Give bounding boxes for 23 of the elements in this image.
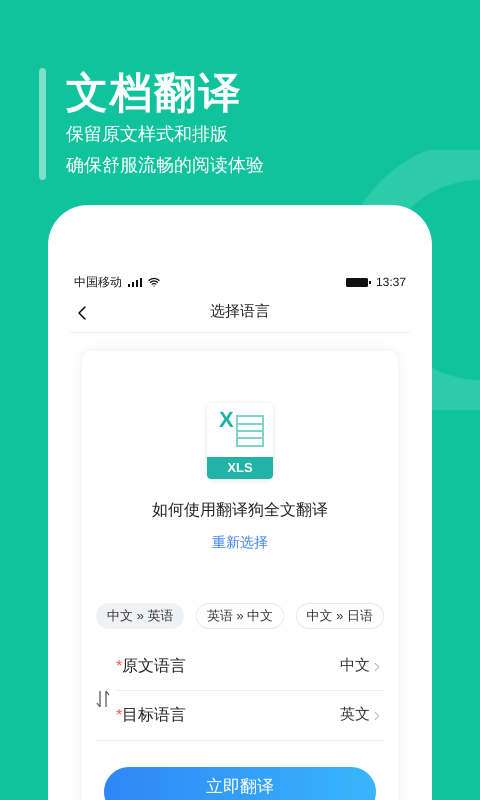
preset-chip[interactable]: 中文 » 英语 [96,603,184,629]
language-row[interactable]: *原文语言 中文 [116,643,384,691]
signal-icon [128,278,142,286]
language-label: 目标语言 [122,706,186,726]
promo-subtitle: 保留原文样式和排版 [66,123,229,146]
language-row[interactable]: *目标语言 英文 [96,691,384,741]
promo-subtitle: 确保舒服流畅的阅读体验 [66,154,264,177]
required-mark: * [116,656,122,676]
preset-chip[interactable]: 英语 » 中文 [196,603,284,629]
language-label: 原文语言 [122,656,186,676]
wifi-icon [148,276,160,288]
language-value: 英文 [340,705,370,726]
swap-icon[interactable] [96,689,110,709]
battery-icon [346,278,371,286]
carrier-label: 中国移动 [74,274,122,291]
file-name: 如何使用翻译狗全文翻译 [152,500,328,521]
required-mark: * [116,706,122,726]
promo-title: 文档翻译 [66,68,244,118]
clock-time: 13:37 [376,274,406,291]
language-value: 中文 [340,656,370,676]
page-title: 选择语言 [210,302,270,322]
preset-chip[interactable]: 中文 » 日语 [296,603,384,629]
reselect-link[interactable]: 重新选择 [212,532,268,553]
